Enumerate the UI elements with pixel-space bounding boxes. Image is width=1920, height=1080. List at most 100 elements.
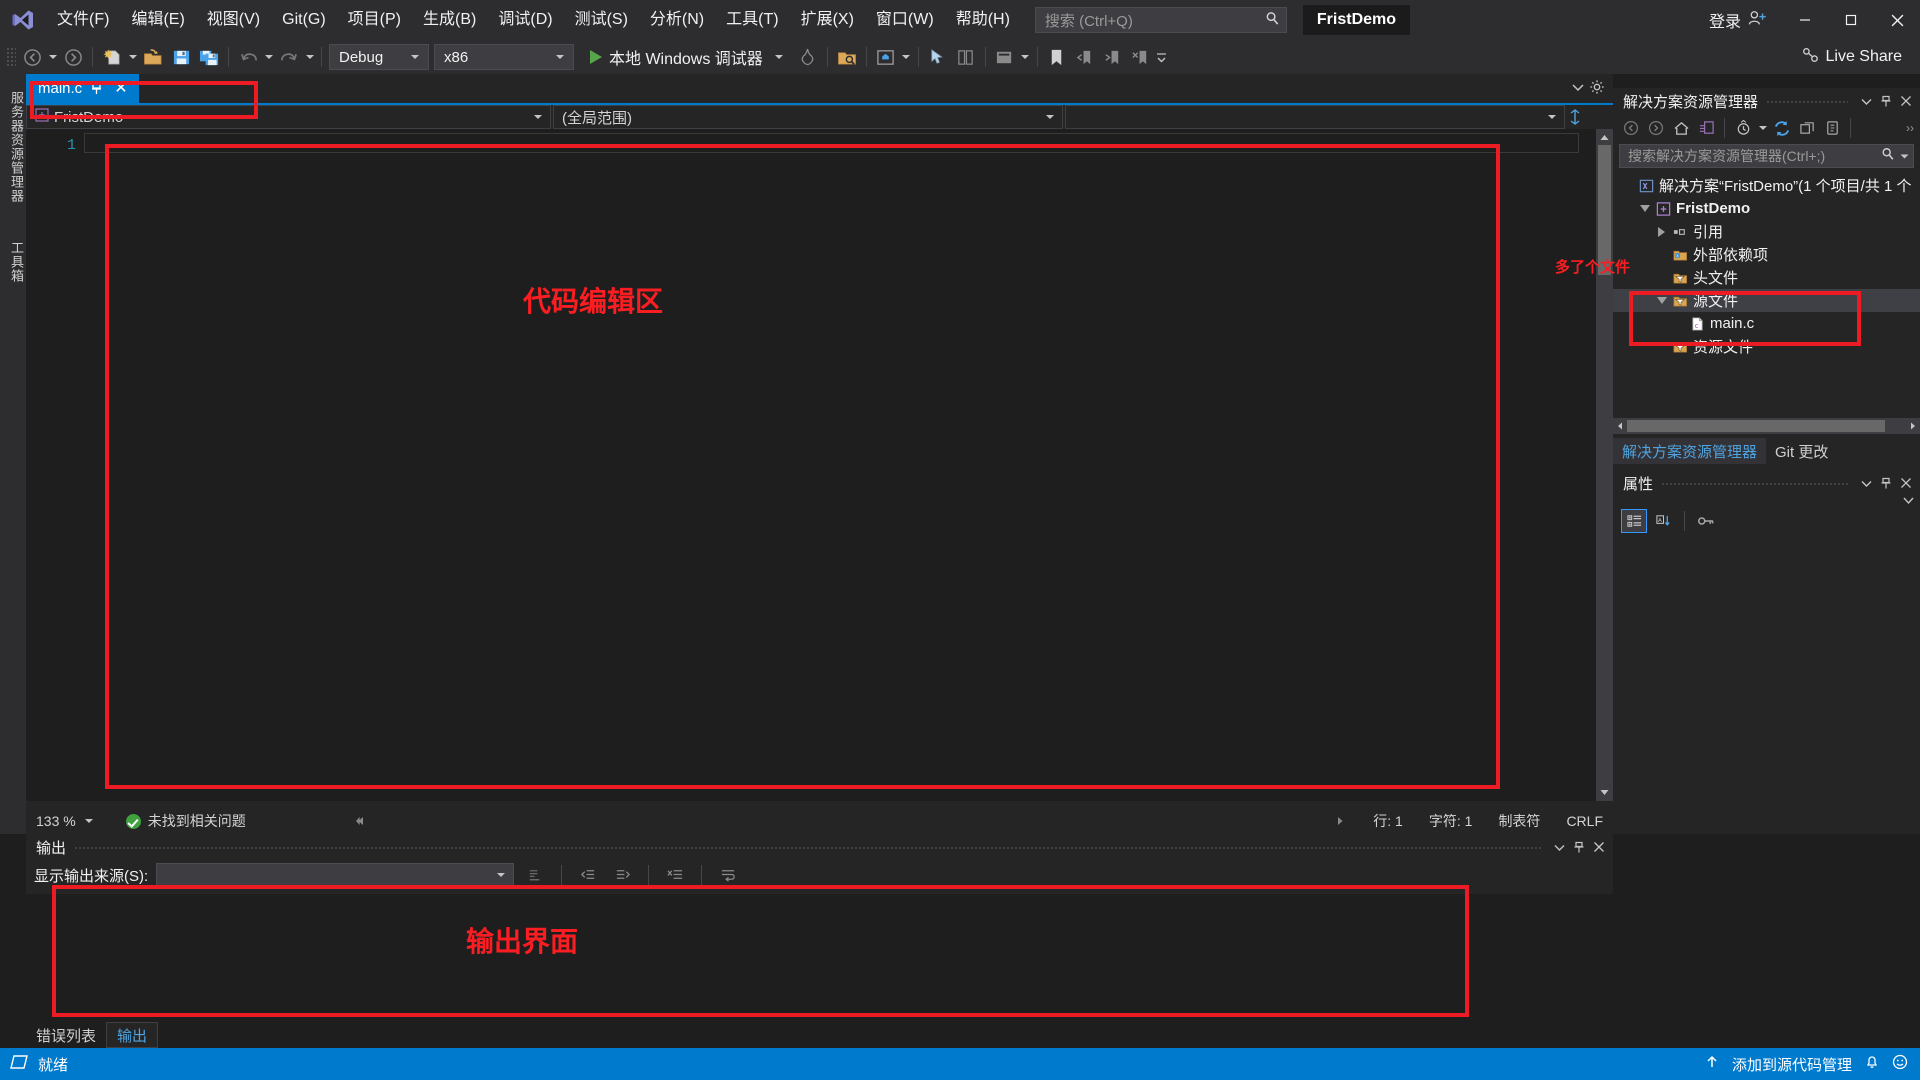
navigate-backward-icon[interactable] (18, 44, 46, 70)
search-icon[interactable] (1265, 11, 1280, 30)
menu-item-git[interactable]: Git(G) (271, 0, 337, 40)
output-source-combo[interactable] (156, 863, 515, 887)
toggle-word-wrap-icon[interactable] (715, 863, 741, 887)
menu-item-help[interactable]: 帮助(H) (945, 0, 1021, 40)
editor-horizontal-scrollbar[interactable] (356, 814, 1383, 828)
clear-bookmarks-icon[interactable] (1127, 44, 1155, 70)
nav-scope-combo[interactable]: (全局范围) (553, 105, 1063, 129)
menu-item-debug[interactable]: 调试(D) (487, 0, 563, 40)
maximize-button[interactable] (1828, 0, 1874, 40)
find-message-icon[interactable] (522, 863, 548, 887)
tree-item[interactable]: 源文件 (1613, 289, 1920, 312)
navigate-forward-icon[interactable] (59, 44, 87, 70)
tree-item[interactable]: x 外部依赖项 (1613, 243, 1920, 266)
notifications-bell-icon[interactable] (1864, 1054, 1880, 1074)
zoom-level-combo[interactable]: 133 % (26, 810, 104, 832)
menu-item-analyze[interactable]: 分析(N) (639, 0, 715, 40)
pin-icon[interactable] (1569, 836, 1589, 858)
editor-scroll-thumb[interactable] (1598, 145, 1611, 275)
new-project-icon[interactable] (98, 44, 126, 70)
menu-item-test[interactable]: 测试(S) (564, 0, 639, 40)
hscroll-left-icon[interactable] (1613, 418, 1627, 434)
dock-tab-solution-explorer[interactable]: 解决方案资源管理器 (1613, 438, 1767, 464)
properties-drag-dots[interactable] (1661, 470, 1848, 496)
back-icon[interactable] (1619, 117, 1643, 139)
solution-explorer-search-input[interactable]: 搜索解决方案资源管理器(Ctrl+;) (1619, 144, 1914, 168)
navigate-backward-dropdown[interactable] (46, 44, 59, 70)
toolbar-overflow-button[interactable] (1155, 44, 1168, 70)
solution-explorer-hscroll-thumb[interactable] (1627, 420, 1885, 432)
nav-member-combo[interactable] (1065, 105, 1565, 129)
se-toolbar-overflow[interactable]: ›› (1906, 121, 1914, 135)
categorized-icon[interactable] (1621, 509, 1647, 533)
menu-item-extensions[interactable]: 扩展(X) (790, 0, 865, 40)
scroll-down-icon[interactable] (1596, 784, 1613, 801)
refresh-icon[interactable] (1770, 117, 1794, 139)
next-bookmark-icon[interactable] (1099, 44, 1127, 70)
issues-status[interactable]: 未找到相关问题 (125, 811, 246, 831)
split-view-icon[interactable] (1565, 109, 1585, 125)
new-project-dropdown[interactable] (126, 44, 139, 70)
menu-item-build[interactable]: 生成(B) (412, 0, 487, 40)
close-icon[interactable] (1896, 90, 1916, 112)
close-icon[interactable] (1589, 836, 1609, 858)
search-options-dropdown-icon[interactable] (1900, 148, 1909, 165)
close-window-button[interactable] (1874, 0, 1920, 40)
pending-changes-dropdown[interactable] (1756, 115, 1769, 141)
gear-icon[interactable] (1589, 79, 1605, 99)
open-file-icon[interactable] (139, 44, 167, 70)
code-editor-surface[interactable]: 1 (26, 129, 1613, 801)
select-element-icon[interactable] (924, 44, 952, 70)
menu-item-project[interactable]: 项目(P) (337, 0, 412, 40)
collapse-triangle-icon[interactable] (1653, 297, 1670, 304)
chevron-down-icon[interactable] (1856, 90, 1876, 112)
hot-reload-icon[interactable] (794, 44, 822, 70)
live-share-button[interactable]: Live Share (1801, 40, 1902, 74)
solution-platform-combo[interactable]: x86 (434, 44, 574, 70)
close-icon[interactable]: ✕ (112, 80, 129, 97)
hscroll-left-icon[interactable] (356, 813, 366, 829)
scroll-up-icon[interactable] (1596, 129, 1613, 146)
go-to-next-icon[interactable] (609, 863, 635, 887)
indent-mode-label[interactable]: 制表符 (1498, 811, 1540, 831)
properties-key-icon[interactable] (1693, 509, 1719, 533)
dock-tab-git-changes[interactable]: Git 更改 (1766, 438, 1837, 464)
pending-changes-filter-icon[interactable] (1731, 117, 1755, 139)
toolbar-grip[interactable] (6, 47, 16, 67)
menu-item-window[interactable]: 窗口(W) (865, 0, 945, 40)
solution-name-chip[interactable]: FristDemo (1302, 5, 1411, 35)
tree-item[interactable]: 资源文件 (1613, 335, 1920, 358)
live-visual-tree-icon[interactable] (952, 44, 980, 70)
bottom-tab-output[interactable]: 输出 (106, 1022, 159, 1048)
tree-item[interactable]: FristDemo (1613, 197, 1920, 220)
output-drag-dots[interactable] (74, 834, 1541, 860)
line-ending-label[interactable]: CRLF (1566, 813, 1603, 829)
active-files-dropdown-icon[interactable] (1571, 80, 1585, 98)
collapse-triangle-icon[interactable] (1636, 205, 1653, 212)
expand-triangle-icon[interactable] (1653, 226, 1670, 237)
menu-item-tools[interactable]: 工具(T) (715, 0, 789, 40)
preview-dropdown[interactable] (900, 44, 913, 70)
solution-configuration-combo[interactable]: Debug (329, 44, 429, 70)
source-control-label[interactable]: 添加到源代码管理 (1732, 1054, 1852, 1075)
undo-icon[interactable] (234, 44, 262, 70)
hscroll-right-icon[interactable] (1335, 813, 1345, 829)
preview-window-icon[interactable] (872, 44, 900, 70)
show-all-files-icon[interactable] (1795, 117, 1819, 139)
tree-item[interactable]: 引用 (1613, 220, 1920, 243)
menu-item-view[interactable]: 视图(V) (196, 0, 271, 40)
source-control-upload-icon[interactable] (1704, 1054, 1720, 1074)
sync-with-active-document-icon[interactable] (1694, 117, 1718, 139)
add-bookmark-icon[interactable] (1043, 44, 1071, 70)
feedback-smiley-icon[interactable] (1892, 1054, 1908, 1074)
minimize-button[interactable] (1782, 0, 1828, 40)
vtab-toolbox[interactable]: 工具箱 (0, 234, 26, 290)
pin-icon[interactable] (90, 82, 104, 96)
nav-project-combo[interactable]: FristDemo (26, 105, 551, 129)
menu-item-file[interactable]: 文件(F) (46, 0, 120, 40)
select-start-item-icon[interactable] (833, 44, 861, 70)
editor-vertical-scrollbar[interactable] (1596, 129, 1613, 801)
pane-drag-dots[interactable] (1766, 88, 1848, 114)
document-tab-main-c[interactable]: main.c ✕ (26, 74, 139, 103)
close-icon[interactable] (1896, 472, 1916, 494)
